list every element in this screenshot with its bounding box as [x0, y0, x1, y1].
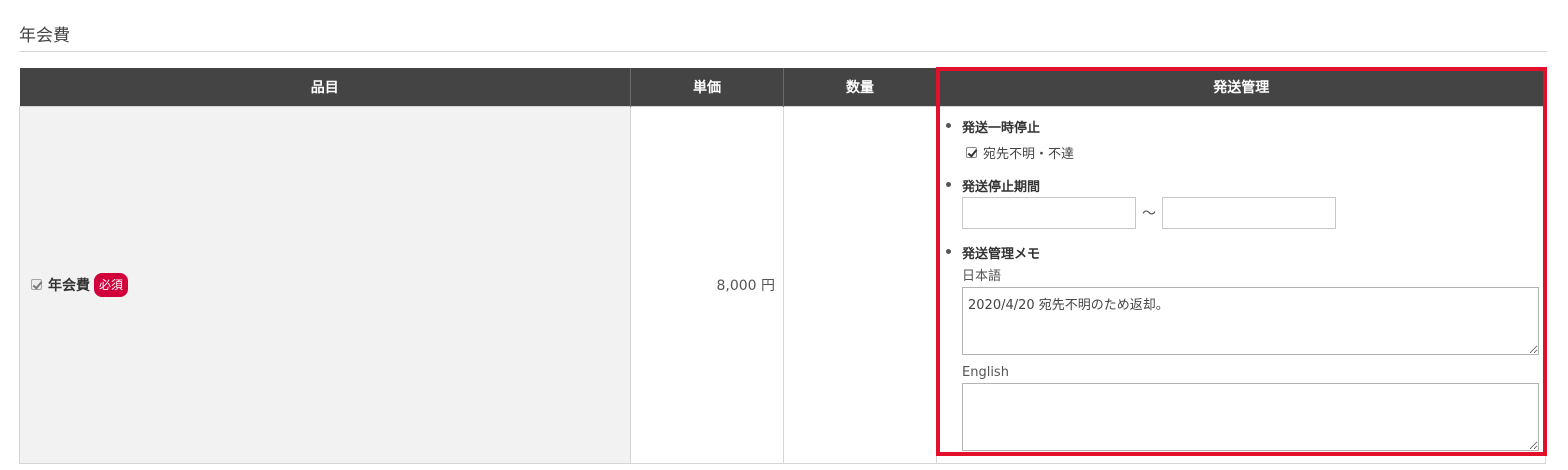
memo-ja-textarea[interactable]: 2020/4/20 宛先不明のため返却。 [962, 286, 1539, 355]
bullet-icon [946, 122, 951, 128]
section-title: 年会費 [19, 26, 70, 46]
suspend-option[interactable]: 宛先不明・不達 [966, 143, 1535, 162]
period-section: 発送停止期間 ～ [946, 176, 1535, 229]
suspend-label: 発送一時停止 [962, 120, 1041, 136]
shipping-cell: 発送一時停止 宛先不明・不達 発送停止期間 ～ 発送管理メモ 日本語 2020/… [936, 105, 1546, 464]
required-badge: 必須 [94, 272, 129, 297]
period-end-input[interactable] [1162, 196, 1336, 229]
memo-en-textarea[interactable] [962, 382, 1539, 451]
quantity-cell [783, 105, 937, 464]
bullet-icon [946, 181, 951, 187]
item-name: 年会費 [48, 277, 90, 294]
item-cell: 年会費 必須 [19, 105, 631, 464]
memo-label: 発送管理メモ [962, 246, 1041, 262]
table-header-row: 品目 単価 数量 発送管理 [19, 68, 1546, 106]
header-shipping: 発送管理 [936, 68, 1546, 106]
memo-ja-label: 日本語 [962, 268, 1002, 284]
bullet-icon [946, 248, 951, 254]
header-unit-price: 単価 [630, 68, 784, 106]
period-label: 発送停止期間 [962, 179, 1041, 195]
suspend-section: 発送一時停止 宛先不明・不達 [946, 117, 1535, 162]
section-divider [19, 51, 1547, 52]
suspend-checkbox[interactable] [966, 146, 977, 158]
memo-section: 発送管理メモ 日本語 2020/4/20 宛先不明のため返却。 English [946, 243, 1539, 451]
unit-price-cell: 8,000 円 [630, 105, 784, 464]
period-separator: ～ [1142, 205, 1156, 222]
table-row: 年会費 必須 8,000 円 発送一時停止 宛先不明・不達 発送停止期間 ～ 発… [19, 105, 1546, 464]
header-item: 品目 [19, 68, 631, 106]
memo-en-label: English [962, 364, 1009, 380]
suspend-option-label[interactable]: 宛先不明・不達 [983, 143, 1074, 162]
header-quantity: 数量 [783, 68, 937, 106]
period-start-input[interactable] [962, 196, 1136, 229]
item-checkbox [31, 279, 42, 290]
fee-table: 品目 単価 数量 発送管理 年会費 必須 8,000 円 発送一時停止 宛先不明… [19, 68, 1546, 464]
